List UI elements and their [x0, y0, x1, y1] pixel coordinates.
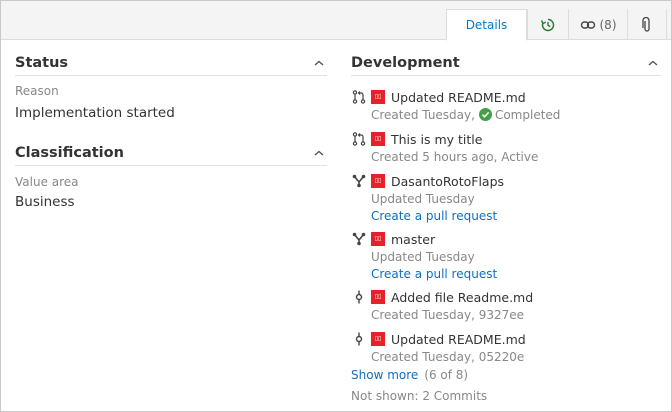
repo-icon: ▯▯	[371, 332, 385, 346]
pull-request-icon	[351, 89, 367, 105]
reason-label: Reason	[15, 84, 59, 98]
dev-item-link[interactable]: DasantoRotoFlaps	[391, 174, 504, 189]
dev-item-pull-request: ▯▯ This is my title Created 5 hours ago,…	[351, 130, 651, 165]
dev-item-meta: Created Tuesday, 05220e	[371, 349, 525, 364]
chevron-up-icon[interactable]	[311, 145, 327, 161]
create-pull-request-link[interactable]: Create a pull request	[371, 207, 651, 224]
history-icon	[540, 18, 555, 31]
dev-item-link[interactable]: Updated README.md	[391, 90, 526, 105]
dev-item-link[interactable]: This is my title	[391, 132, 482, 147]
not-shown-text: Not shown: 2 Commits	[351, 389, 488, 403]
repo-icon: ▯▯	[371, 290, 385, 304]
tab-attachments[interactable]	[627, 9, 667, 40]
commit-icon	[351, 289, 367, 305]
dev-item-meta: Created Tuesday, 9327ee	[371, 307, 525, 322]
dev-item-link[interactable]: master	[391, 232, 435, 247]
link-icon	[580, 20, 595, 29]
reason-value[interactable]: Implementation started	[15, 105, 175, 121]
chevron-up-icon[interactable]	[645, 55, 661, 71]
dev-item-link[interactable]: Added file Readme.md	[391, 290, 533, 305]
completed-status: Completed	[494, 107, 561, 122]
dev-item-branch: ▯▯ DasantoRotoFlaps Updated Tuesday Crea…	[351, 172, 651, 224]
dev-item-branch: ▯▯ master Updated Tuesday Create a pull …	[351, 230, 651, 282]
branch-icon	[351, 173, 367, 189]
work-item-panel: Details (8) Status Reason Implementation…	[0, 0, 672, 412]
repo-icon: ▯▯	[371, 90, 385, 104]
dev-item-commit: ▯▯ Added file Readme.md Created Tuesday,…	[351, 288, 651, 323]
tab-links[interactable]: (8)	[568, 9, 627, 40]
status-title: Status	[15, 54, 69, 71]
dev-item-meta-text: Created Tuesday,	[371, 107, 475, 122]
show-more-count: (6 of 8)	[424, 368, 469, 382]
show-more-link[interactable]: Show more	[351, 368, 418, 382]
value-area-value[interactable]: Business	[15, 194, 75, 210]
dev-item-meta: Updated Tuesday	[371, 249, 475, 264]
dev-item-meta: Created 5 hours ago, Active	[371, 149, 539, 164]
classification-section-header[interactable]: Classification	[15, 140, 327, 166]
tab-details-label: Details	[465, 18, 508, 32]
commit-icon	[351, 331, 367, 347]
status-section-header[interactable]: Status	[15, 50, 327, 76]
tab-bar: Details (8)	[1, 1, 671, 41]
dev-item-pull-request: ▯▯ Updated README.md Created Tuesday, Co…	[351, 88, 651, 123]
tab-history[interactable]	[527, 9, 568, 40]
check-icon	[478, 108, 492, 121]
repo-icon: ▯▯	[371, 174, 385, 188]
attachment-icon	[642, 16, 650, 32]
dev-item-commit: ▯▯ Updated README.md Created Tuesday, 05…	[351, 330, 651, 365]
dev-item-meta: Created Tuesday, Completed	[371, 106, 651, 123]
create-pull-request-link[interactable]: Create a pull request	[371, 265, 651, 282]
show-more: Show more (6 of 8)	[351, 368, 468, 382]
pull-request-icon	[351, 131, 367, 147]
value-area-label: Value area	[15, 175, 79, 189]
development-section-header[interactable]: Development	[351, 50, 661, 76]
branch-icon	[351, 231, 367, 247]
dev-item-link[interactable]: Updated README.md	[391, 332, 526, 347]
repo-icon: ▯▯	[371, 132, 385, 146]
chevron-up-icon[interactable]	[311, 55, 327, 71]
classification-title: Classification	[15, 144, 124, 161]
development-title: Development	[351, 54, 460, 71]
links-count: (8)	[599, 17, 617, 32]
tab-details[interactable]: Details	[446, 9, 527, 41]
repo-icon: ▯▯	[371, 232, 385, 246]
dev-item-meta: Updated Tuesday	[371, 191, 475, 206]
